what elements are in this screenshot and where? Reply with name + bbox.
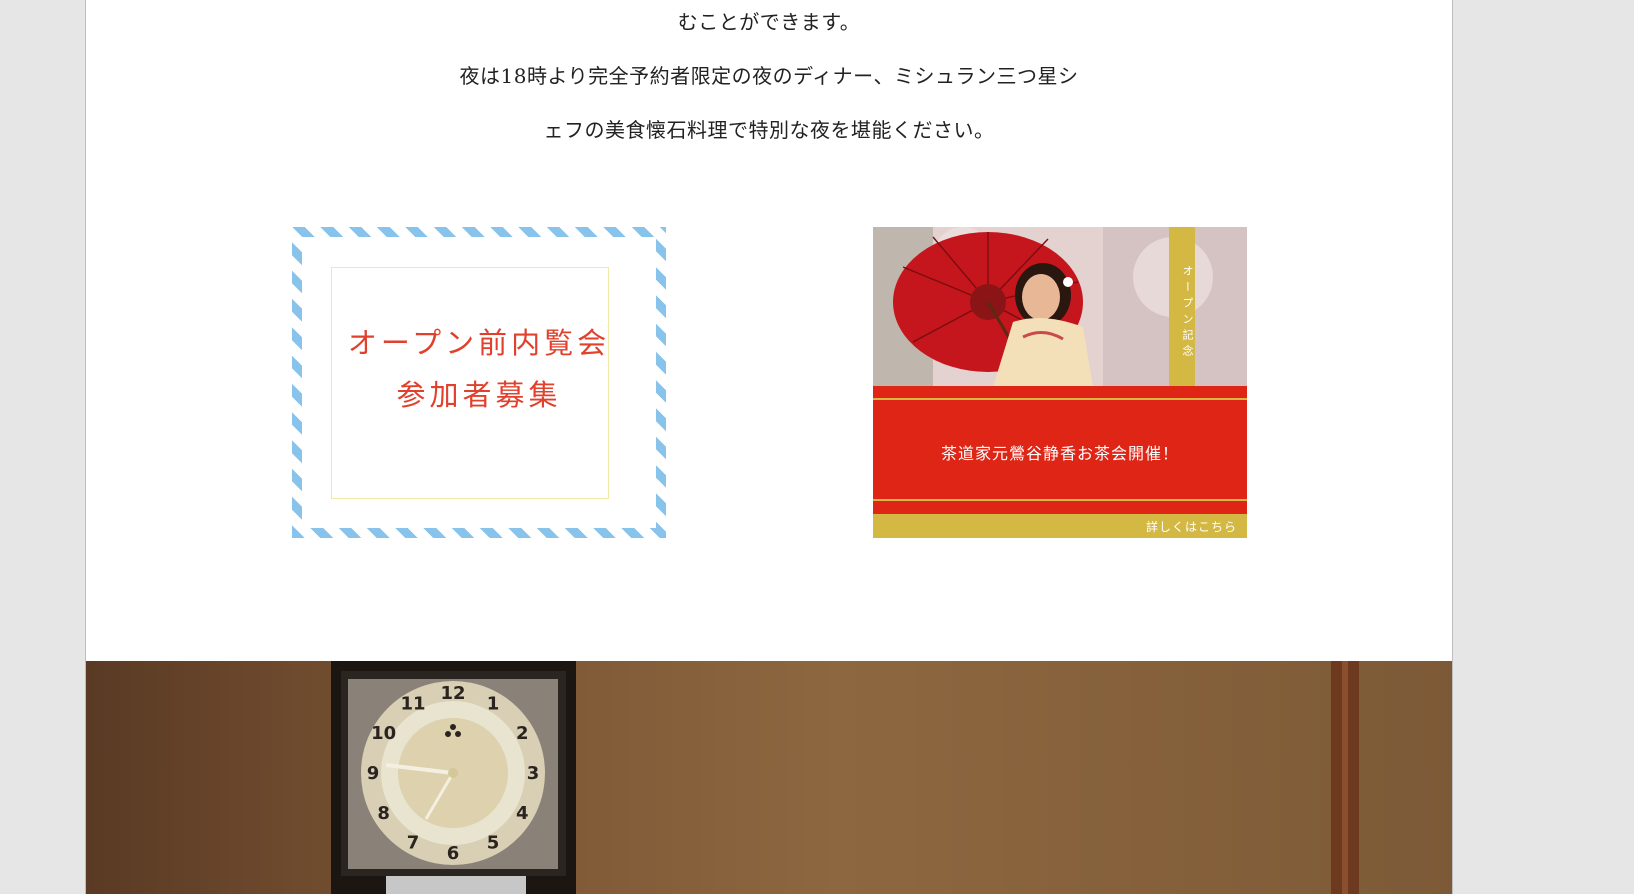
- clock-number: 9: [367, 763, 380, 784]
- intro-line: むことができます。: [677, 10, 861, 34]
- clock-number: 2: [516, 723, 529, 744]
- page-content: むことができます。 夜は18時より完全予約者限定の夜のディナー、ミシュラン三つ星…: [86, 0, 1452, 894]
- ribbon-text: オープン記念: [1181, 265, 1194, 361]
- tea-ceremony-banner[interactable]: オープン記念 茶道家元鶯谷静香お茶会開催！ 詳しくはこちら: [873, 227, 1247, 538]
- clock-number: 5: [487, 832, 500, 853]
- clock-photo: 12 1 2 3 4 5 6 7 8 9 10 11: [86, 661, 1452, 894]
- wall-clock-illustration: 12 12 3 45 6 78 9 1011: [331, 661, 1359, 894]
- details-link[interactable]: 詳しくはこちら: [1146, 518, 1237, 535]
- preview-banner-text: オープン前内覧会 参加者募集: [292, 317, 666, 421]
- preview-banner-line1: オープン前内覧会: [347, 326, 611, 360]
- tea-ceremony-title: 茶道家元鶯谷静香お茶会開催！: [940, 444, 1179, 463]
- clock-number: 12: [440, 683, 465, 704]
- clock-number: 7: [407, 832, 420, 853]
- intro-line: ェフの美食懐石料理で特別な夜を堪能ください。: [543, 118, 995, 142]
- preview-banner-line2: 参加者募集: [396, 378, 562, 412]
- intro-line: 夜は18時より完全予約者限定の夜のディナー、ミシュラン三つ星シ: [459, 64, 1079, 88]
- preview-event-banner[interactable]: オープン前内覧会 参加者募集: [292, 227, 666, 538]
- clock-number: 3: [527, 763, 540, 784]
- clock-number: 8: [377, 803, 390, 824]
- clock-number: 4: [516, 803, 529, 824]
- gold-line: [873, 499, 1247, 501]
- clock-number: 1: [487, 694, 500, 715]
- details-bar: 詳しくはこちら: [873, 514, 1247, 538]
- clock-number: 11: [400, 694, 425, 715]
- gold-line: [873, 398, 1247, 400]
- clock-number: 6: [447, 843, 460, 864]
- clock-number: 10: [371, 723, 396, 744]
